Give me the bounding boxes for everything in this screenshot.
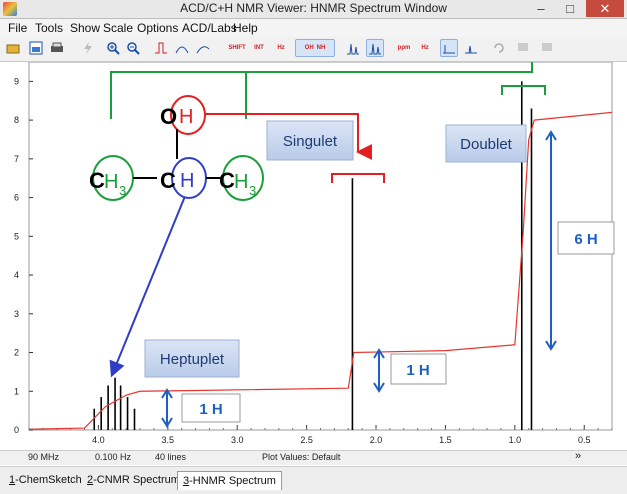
y-tick-label: 1 (14, 386, 19, 396)
spectrum-svg[interactable]: 0123456789 4.0 3.5 3.0 2.5 2.0 1.5 1.0 0.5 O H … (0, 61, 627, 448)
x-tick-label: 4.0 (92, 435, 105, 445)
status-plot-values: Plot Values: Default (262, 452, 341, 462)
baseline-icon[interactable] (440, 39, 458, 57)
menu-file[interactable]: File (8, 21, 27, 35)
baseline2-icon[interactable] (462, 39, 480, 57)
hydroxyl-hydrogen: H (179, 106, 193, 128)
heptuplet-label: Heptuplet (160, 351, 225, 368)
spectrum-icon[interactable] (344, 39, 362, 57)
close-button[interactable]: ✕ (586, 0, 624, 17)
singlet-label: Singulet (283, 133, 338, 150)
curve-icon[interactable] (173, 39, 191, 57)
tab-hnmr-label: -HNMR Spectrum (189, 475, 276, 487)
y-tick-label: 4 (14, 270, 19, 280)
y-tick-label: 7 (14, 154, 19, 164)
title-bar: ACD/C+H NMR Viewer: HNMR Spectrum Window… (0, 0, 627, 19)
image-icon[interactable] (27, 39, 45, 57)
y-tick-label: 5 (14, 231, 19, 241)
y-tick-label: 6 (14, 193, 19, 203)
peak-icon[interactable] (152, 39, 170, 57)
integral-value-3: 6 H (574, 231, 597, 248)
menu-bar: File Tools Show Scale Options ACD/Labs H… (0, 19, 627, 37)
y-tick-label: 0 (14, 425, 19, 435)
menu-acdlabs[interactable]: ACD/Labs (182, 21, 237, 35)
status-bar: 90 MHz 0.100 Hz 40 lines Plot Values: De… (0, 450, 627, 465)
status-more[interactable]: » (575, 450, 581, 462)
y-tick-label: 8 (14, 115, 19, 125)
methyl-left-hydrogen: H (104, 171, 118, 193)
tab-cnmr-label: -CNMR Spectrum (93, 474, 180, 486)
x-tick-label: 2.5 (300, 435, 313, 445)
menu-tools[interactable]: Tools (35, 21, 63, 35)
y-tick-label: 3 (14, 309, 19, 319)
curve2-icon[interactable] (194, 39, 212, 57)
hz-label: Hz (277, 44, 285, 51)
shift-label: SHIFT (228, 44, 246, 51)
carbon-middle: C (160, 168, 176, 193)
status-frequency: 90 MHz (28, 452, 60, 462)
int-label: INT (254, 44, 264, 51)
oh-label: OH (304, 44, 314, 51)
methyl-right-subscript: 3 (249, 183, 256, 198)
tab-cnmr[interactable]: 2-CNMR Spectrum (82, 471, 185, 489)
menu-scale[interactable]: Scale (103, 21, 133, 35)
maximize-button[interactable]: □ (556, 0, 584, 17)
tab-chemsketch-label: -ChemSketch (15, 474, 82, 486)
methine-hydrogen: H (180, 170, 194, 192)
status-lines: 40 lines (155, 452, 187, 462)
x-tick-label: 2.0 (370, 435, 383, 445)
tab-hnmr[interactable]: 3-HNMR Spectrum (177, 471, 282, 490)
x-tick-label: 1.0 (509, 435, 522, 445)
hz-scale-icon[interactable]: Hz (416, 39, 434, 57)
plot-area (28, 61, 613, 431)
spectrum-plot[interactable]: 0123456789 4.0 3.5 3.0 2.5 2.0 1.5 1.0 0.5 O H … (0, 61, 627, 448)
minimize-button[interactable]: – (527, 0, 555, 17)
carbon-left: C (89, 168, 105, 193)
status-resolution: 0.100 Hz (95, 452, 132, 462)
integral-value-1: 1 H (199, 401, 222, 418)
y-tick-label: 2 (14, 348, 19, 358)
oh-nh-icon[interactable]: OH NH (295, 39, 335, 57)
integral-value-2: 1 H (406, 362, 429, 379)
export2-icon[interactable] (538, 39, 556, 57)
y-tick-label: 9 (14, 76, 19, 86)
menu-options[interactable]: Options (137, 21, 178, 35)
nh-label: NH (316, 44, 326, 51)
x-tick-label: 0.5 (578, 435, 591, 445)
methyl-left-subscript: 3 (119, 183, 126, 198)
hz-scale-label: Hz (421, 44, 429, 51)
doublet-label: Doublet (460, 136, 513, 153)
toolbar: SHIFT INT Hz OH NH ppm Hz (0, 37, 627, 62)
export-icon[interactable] (514, 39, 532, 57)
open-icon[interactable] (4, 39, 22, 57)
ppm-label: ppm (397, 44, 411, 51)
spectrum2-icon[interactable] (366, 39, 384, 57)
lightning-icon[interactable] (79, 39, 97, 57)
hz-icon[interactable]: Hz (272, 39, 290, 57)
shift-icon[interactable]: SHIFT (228, 39, 246, 57)
x-tick-label: 3.0 (231, 435, 244, 445)
zoom-out-icon[interactable] (124, 39, 142, 57)
menu-show[interactable]: Show (70, 21, 100, 35)
oxygen-atom: O (160, 104, 177, 129)
carbon-right: C (219, 168, 235, 193)
ppm-icon[interactable]: ppm (395, 39, 413, 57)
x-tick-label: 1.5 (439, 435, 452, 445)
undo-icon[interactable] (490, 39, 508, 57)
x-tick-label: 3.5 (162, 435, 175, 445)
int-icon[interactable]: INT (250, 39, 268, 57)
methyl-right-hydrogen: H (234, 171, 248, 193)
tab-chemsketch[interactable]: 1-ChemSketch (4, 471, 87, 489)
menu-help[interactable]: Help (233, 21, 258, 35)
print-icon[interactable] (48, 39, 66, 57)
zoom-in-icon[interactable] (104, 39, 122, 57)
document-tabs: 1-ChemSketch 2-CNMR Spectrum 3-HNMR Spec… (0, 466, 627, 494)
